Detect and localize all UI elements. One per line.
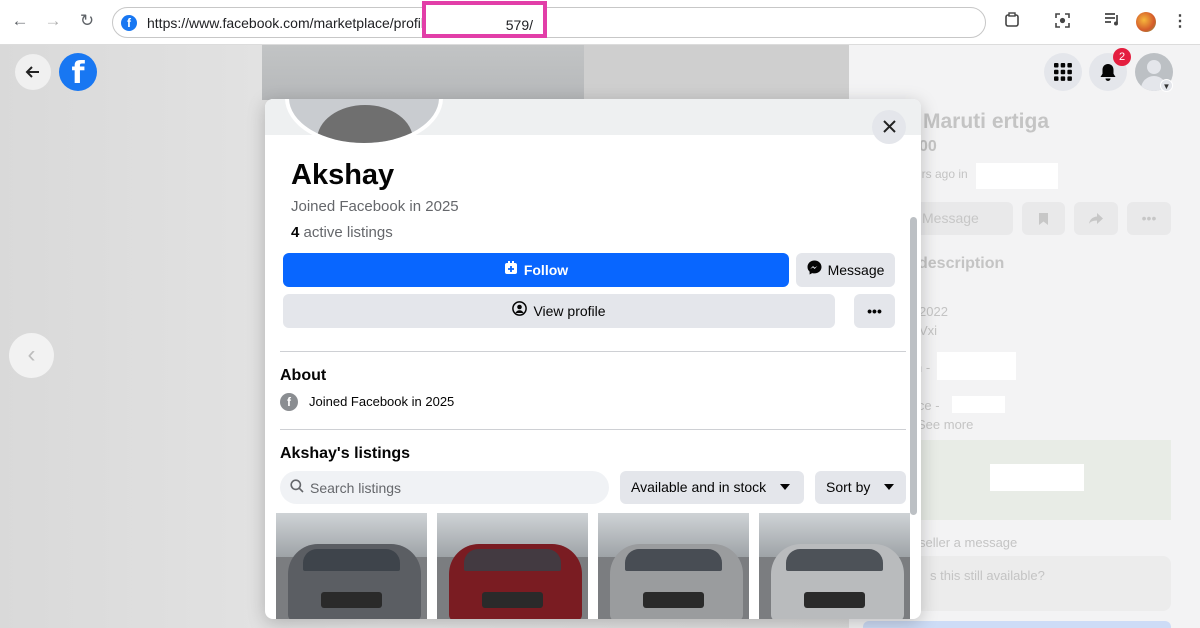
media-controls-icon[interactable] <box>1102 12 1122 32</box>
thumbnail-grey-ertiga[interactable] <box>276 513 427 619</box>
search-listings-field[interactable] <box>280 471 609 504</box>
url-tail: 579/ <box>505 17 533 33</box>
thumbnail-silver-car-side[interactable] <box>598 513 749 619</box>
follow-icon <box>504 254 518 288</box>
url-text: https://www.facebook.com/marketplace/pro… <box>147 15 436 31</box>
profile-joined-date: Joined Facebook in 2025 <box>291 198 459 215</box>
previous-photo-button[interactable]: ‹ <box>9 333 54 378</box>
menu-grid-icon[interactable] <box>1044 53 1082 91</box>
follow-label: Follow <box>523 262 569 278</box>
listing-title: Maruti ertiga <box>923 110 1050 133</box>
listing-more-options-icon[interactable]: ••• <box>1127 202 1171 235</box>
send-button[interactable] <box>863 621 1171 628</box>
close-dialog-button[interactable] <box>872 110 906 144</box>
seller-message-text: s this still available? <box>930 568 1045 583</box>
listing-variant: Vxi <box>919 323 938 338</box>
send-seller-message-label: seller a message <box>919 535 1018 550</box>
facebook-icon: f <box>280 393 298 411</box>
extensions-icon[interactable] <box>1002 12 1022 32</box>
profile-name: Akshay <box>291 159 395 191</box>
sort-by-dropdown[interactable]: Sort by <box>815 471 906 504</box>
detail-redaction-b <box>952 396 1005 413</box>
profile-avatar <box>285 99 443 147</box>
divider <box>280 429 906 430</box>
active-listings-label: active listings <box>303 224 393 241</box>
browser-toolbar: ← → ↻ f https://www.facebook.com/marketp… <box>0 0 1200 45</box>
detail-redaction-a <box>937 352 1016 380</box>
about-heading: About <box>280 367 327 384</box>
listing-posted-meta: urs ago in <box>915 167 968 181</box>
account-menu-chevron-down-icon[interactable]: ▼ <box>1160 79 1173 92</box>
share-listing-icon[interactable] <box>1074 202 1118 235</box>
browser-reload-icon[interactable]: ↻ <box>76 10 98 32</box>
description-heading: description <box>918 255 1005 272</box>
address-bar[interactable]: f https://www.facebook.com/marketplace/p… <box>112 7 986 38</box>
notification-count-badge: 2 <box>1113 48 1131 66</box>
follow-button[interactable]: Follow <box>283 253 789 287</box>
seller-message-input[interactable]: s this still available? <box>915 556 1171 611</box>
browser-forward-icon[interactable]: → <box>42 10 64 32</box>
sort-by-label: Sort by <box>826 479 871 495</box>
chevron-down-icon <box>884 484 894 490</box>
user-circle-icon <box>512 295 528 329</box>
listings-heading: Akshay's listings <box>280 445 411 462</box>
active-listings-count: 4 <box>291 224 300 241</box>
listing-photo-top-right <box>584 45 849 100</box>
view-profile-button[interactable]: View profile <box>283 294 835 328</box>
browser-profile-avatar[interactable] <box>1136 12 1156 32</box>
close-viewer-button[interactable] <box>15 54 51 90</box>
map-redaction <box>990 464 1084 491</box>
listing-photo-top <box>262 45 584 100</box>
see-more-link[interactable]: See more <box>917 417 973 432</box>
thumbnail-red-black-car[interactable] <box>437 513 588 619</box>
messenger-icon <box>807 254 822 288</box>
facebook-logo-icon[interactable]: f <box>59 53 97 91</box>
view-profile-label: View profile <box>533 303 606 319</box>
listing-year: 2022 <box>919 304 948 319</box>
save-listing-bookmark-icon[interactable] <box>1022 202 1065 235</box>
thumbnail-silver-ignis[interactable] <box>759 513 910 619</box>
dialog-scrollbar[interactable] <box>910 217 917 515</box>
url-redaction-highlight: 579/ <box>422 1 547 38</box>
message-label: Message <box>827 262 885 278</box>
listing-price: 00 <box>919 138 937 155</box>
about-joined-text: Joined Facebook in 2025 <box>309 394 455 409</box>
location-redaction <box>976 163 1058 189</box>
listing-message-button[interactable]: Message <box>910 202 1013 235</box>
browser-back-icon[interactable]: ← <box>9 10 31 32</box>
browser-menu-icon[interactable]: ⋮ <box>1170 12 1190 32</box>
chevron-down-icon <box>780 484 790 490</box>
availability-filter-dropdown[interactable]: Available and in stock <box>620 471 804 504</box>
divider <box>280 351 906 352</box>
more-options-button[interactable]: ••• <box>854 294 895 328</box>
message-seller-button[interactable]: Message <box>796 253 895 287</box>
seller-profile-dialog: Akshay Joined Facebook in 2025 4 active … <box>265 99 921 619</box>
search-listings-input[interactable] <box>310 471 600 504</box>
lens-screenshot-icon[interactable] <box>1052 12 1072 32</box>
availability-filter-label: Available and in stock <box>631 479 767 495</box>
search-icon <box>290 479 304 493</box>
site-favicon-icon: f <box>121 15 137 31</box>
profile-active-listings: 4 active listings <box>291 224 393 241</box>
